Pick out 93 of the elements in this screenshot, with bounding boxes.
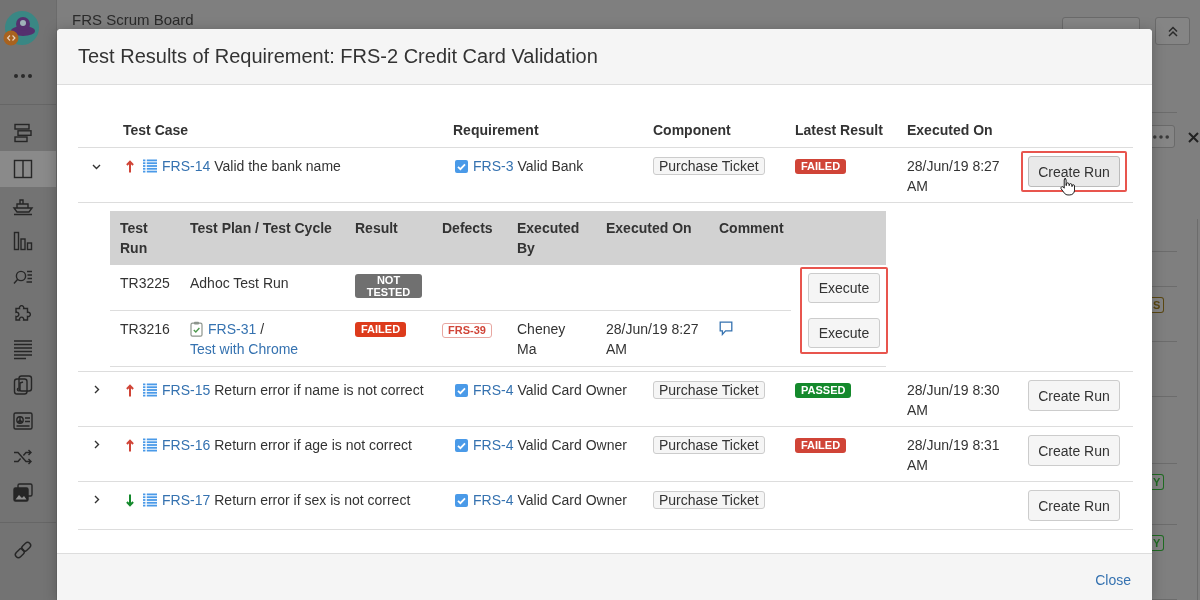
execute-button[interactable]: Execute <box>808 273 880 303</box>
nav-item[interactable] <box>0 151 56 187</box>
checked-box-icon <box>455 383 468 397</box>
chevron-right-icon[interactable] <box>94 440 100 449</box>
column-header: Defects <box>442 220 493 236</box>
requirement-name: Valid Bank <box>517 157 584 176</box>
column-header: Latest Result <box>795 122 883 138</box>
component-tag: Purchase Ticket <box>653 436 765 454</box>
requirement-link[interactable]: FRS-4 <box>473 380 514 400</box>
bar-chart-icon <box>12 230 34 252</box>
requirement-name: Valid Card Owner <box>517 491 627 510</box>
checked-box-icon <box>455 493 468 507</box>
column-header: Executed On <box>907 122 993 138</box>
comment-icon[interactable] <box>719 321 733 336</box>
status-badge: NOT TESTED <box>355 274 422 298</box>
create-run-button[interactable]: Create Run <box>1028 156 1120 187</box>
separator-text: / <box>260 321 265 337</box>
close-link[interactable]: Close <box>1095 572 1131 588</box>
column-header: Executed On <box>606 220 692 236</box>
requirement-link[interactable]: FRS-4 <box>473 490 514 510</box>
list-icon <box>143 159 157 173</box>
executed-on-text: 28/Jun/19 8:27 AM <box>606 321 699 357</box>
test-plan-name: Adhoc Test Run <box>190 275 289 291</box>
board-title: FRS Scrum Board <box>72 12 194 28</box>
arrow-up-icon <box>126 159 134 173</box>
test-case-summary: Return error if sex is not correct <box>214 491 411 510</box>
close-icon[interactable] <box>1188 132 1199 143</box>
test-case-summary: Valid the bank name <box>214 157 341 176</box>
collapse-button[interactable] <box>1155 17 1190 45</box>
column-header: Component <box>653 122 731 138</box>
list-icon <box>143 438 157 452</box>
test-case-link[interactable]: FRS-16 <box>162 435 211 455</box>
test-run-id: TR3216 <box>120 321 170 337</box>
chevron-down-icon[interactable] <box>92 164 101 170</box>
list-icon <box>143 493 157 507</box>
app-logo-icon[interactable] <box>2 8 42 48</box>
column-header: Requirement <box>453 122 539 138</box>
chevron-right-icon[interactable] <box>94 385 100 394</box>
text-lines-icon <box>12 338 34 360</box>
executed-on-text: 28/Jun/19 8:31 AM <box>907 437 1000 473</box>
columns-icon <box>12 158 34 180</box>
test-case-summary: Return error if name is not correct <box>214 381 424 400</box>
chevron-right-icon[interactable] <box>94 495 100 504</box>
status-badge: FAILED <box>795 438 847 453</box>
test-cycle-link[interactable]: Test with Chrome <box>190 339 299 359</box>
test-case-link[interactable]: FRS-14 <box>162 156 211 176</box>
images-icon <box>12 482 34 504</box>
component-tag: Purchase Ticket <box>653 157 765 175</box>
link-icon <box>12 539 34 561</box>
executed-on-text: 28/Jun/19 8:30 AM <box>907 382 1000 418</box>
requirement-link[interactable]: FRS-4 <box>473 435 514 455</box>
test-case-link[interactable]: FRS-15 <box>162 380 211 400</box>
stacked-bars-icon <box>12 122 34 144</box>
component-tag: Purchase Ticket <box>653 381 765 399</box>
checked-box-icon <box>455 438 468 452</box>
requirement-link[interactable]: FRS-3 <box>473 156 514 176</box>
status-badge: PASSED <box>795 383 852 398</box>
puzzle-icon <box>12 302 34 324</box>
column-header: Test Plan / Test Cycle <box>190 220 332 236</box>
arrow-up-icon <box>126 438 134 452</box>
column-header: Comment <box>719 220 784 236</box>
column-header: Test Run <box>120 220 148 256</box>
hand-cursor-icon <box>1060 177 1075 196</box>
create-run-button[interactable]: Create Run <box>1028 490 1120 521</box>
defect-badge[interactable]: FRS-39 <box>442 323 492 338</box>
double-chevron-up-icon <box>1167 25 1178 37</box>
create-run-button[interactable]: Create Run <box>1028 435 1120 466</box>
create-run-button[interactable]: Create Run <box>1028 380 1120 411</box>
executed-on-text: 28/Jun/19 8:27 AM <box>907 158 1000 194</box>
checked-box-icon <box>455 159 468 173</box>
status-badge: FAILED <box>355 322 407 337</box>
documents-icon <box>12 374 34 396</box>
component-tag: Purchase Ticket <box>653 491 765 509</box>
test-case-summary: Return error if age is not correct <box>214 436 412 455</box>
execute-button[interactable]: Execute <box>808 318 880 348</box>
arrow-down-icon <box>126 493 134 507</box>
column-header: Test Case <box>123 122 189 138</box>
dialog-title: Test Results of Requirement: FRS-2 Credit Card Validation <box>78 45 598 68</box>
requirement-name: Valid Card Owner <box>517 381 627 400</box>
more-icon <box>1153 134 1169 139</box>
test-plan-link[interactable]: FRS-31 <box>208 321 257 337</box>
column-header: Result <box>355 220 398 236</box>
list-icon <box>143 383 157 397</box>
clipboard-check-icon <box>190 321 203 337</box>
requirement-name: Valid Card Owner <box>517 436 627 455</box>
more-icon[interactable] <box>14 74 32 78</box>
test-run-id: TR3225 <box>120 275 170 291</box>
status-badge: FAILED <box>795 159 847 174</box>
contact-card-icon <box>12 410 34 432</box>
test-case-link[interactable]: FRS-17 <box>162 490 211 510</box>
arrow-up-icon <box>126 383 134 397</box>
executed-by-text: Cheney Ma <box>517 321 566 357</box>
column-header: Executed By <box>517 220 580 256</box>
